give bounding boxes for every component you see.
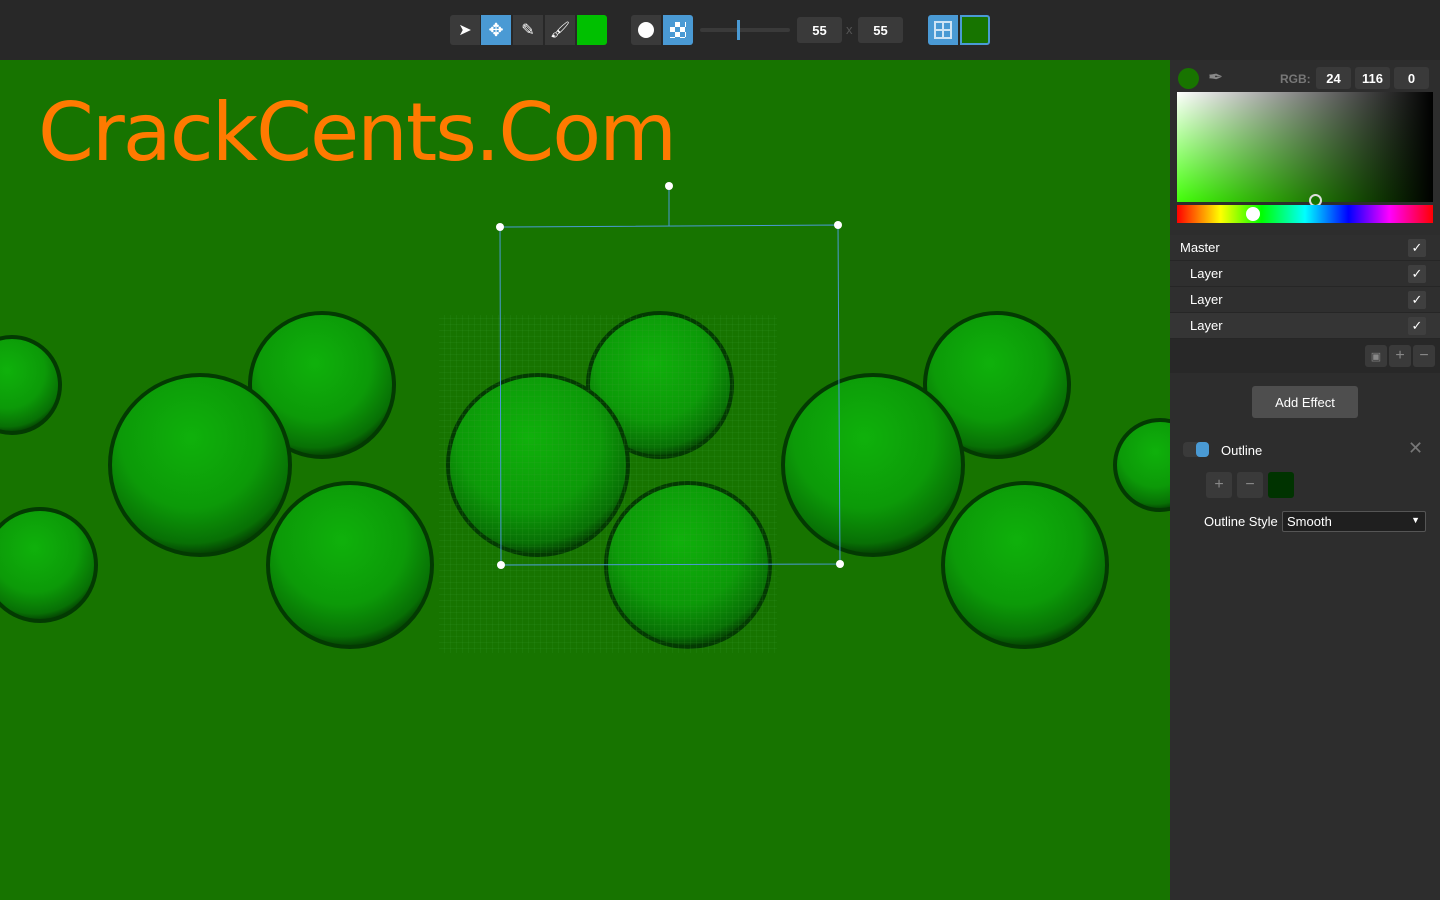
red-input[interactable]: 24 — [1316, 67, 1351, 89]
bush-sprite — [0, 335, 62, 435]
add-layer-button[interactable]: + — [1389, 345, 1411, 367]
layer-item[interactable]: Layer ✓ — [1170, 313, 1440, 339]
current-color-swatch — [1178, 68, 1199, 89]
saturation-value-picker[interactable] — [1177, 92, 1433, 207]
round-brush-button[interactable] — [631, 15, 661, 45]
size-y-input[interactable]: 55 — [858, 17, 903, 43]
bush-sprite — [266, 481, 434, 649]
layer-master[interactable]: Master ✓ — [1170, 235, 1440, 261]
effect-label: Outline — [1221, 443, 1263, 458]
background-color-swatch[interactable] — [960, 15, 990, 45]
right-panel: ✒ RGB: 24 116 0 Master ✓ Layer ✓ Layer ✓ La… — [1170, 60, 1440, 900]
move-icon: ✥ — [488, 19, 504, 40]
circle-icon — [638, 22, 654, 38]
bush-sprite — [0, 507, 98, 623]
dither-brush-button[interactable] — [663, 15, 693, 45]
remove-layer-button[interactable]: − — [1413, 345, 1435, 367]
grid-icon — [934, 21, 952, 39]
add-effect-button[interactable]: Add Effect — [1252, 386, 1358, 418]
toolbar: ➤ ✥ ✎ 🖌 55 x 55 — [0, 0, 1440, 60]
brush-tool-button[interactable]: 🖌 — [545, 15, 575, 45]
outline-style-label: Outline Style — [1204, 514, 1278, 529]
chevron-down-icon: ▼ — [1411, 515, 1420, 525]
primary-color-swatch[interactable] — [577, 15, 607, 45]
eraser-tool-button[interactable]: ✎ — [513, 15, 543, 45]
resize-handle[interactable] — [836, 560, 844, 568]
visibility-checkbox[interactable]: ✓ — [1408, 290, 1426, 309]
canvas[interactable]: CrackCents.Com — [0, 60, 1170, 900]
brush-icon: 🖌 — [549, 22, 571, 39]
hue-handle[interactable] — [1246, 207, 1260, 221]
resize-handle[interactable] — [834, 221, 842, 229]
move-tool-button[interactable]: ✥ — [481, 15, 511, 45]
grid-toggle-button[interactable] — [928, 15, 958, 45]
layer-item[interactable]: Layer ✓ — [1170, 287, 1440, 313]
layers-list: Master ✓ Layer ✓ Layer ✓ Layer ✓ ▣ + − — [1170, 235, 1440, 373]
visibility-checkbox[interactable]: ✓ — [1408, 316, 1426, 335]
checker-icon — [670, 22, 686, 38]
layer-label: Layer — [1190, 266, 1223, 281]
minus-icon: − — [1245, 476, 1255, 493]
layer-label: Layer — [1190, 318, 1223, 333]
slider-handle[interactable] — [737, 20, 740, 40]
outline-color-swatch[interactable] — [1268, 472, 1294, 498]
sprite-layer — [0, 182, 1170, 653]
bush-sprite — [1113, 418, 1170, 512]
hue-slider[interactable] — [1177, 205, 1433, 223]
visibility-checkbox[interactable]: ✓ — [1408, 264, 1426, 283]
layer-label: Master — [1180, 240, 1220, 255]
bush-sprite — [941, 481, 1109, 649]
visibility-checkbox[interactable]: ✓ — [1408, 238, 1426, 257]
outline-style-value: Smooth — [1287, 514, 1332, 529]
green-input[interactable]: 116 — [1355, 67, 1390, 89]
cursor-icon: ➤ — [458, 22, 472, 39]
brush-size-slider[interactable] — [700, 20, 790, 40]
close-icon[interactable]: ✕ — [1408, 438, 1423, 459]
bush-sprite — [108, 373, 292, 557]
layer-label: Layer — [1190, 292, 1223, 307]
duplicate-layer-button[interactable]: ▣ — [1365, 345, 1387, 367]
eyedropper-icon[interactable]: ✒ — [1208, 67, 1223, 88]
resize-handle[interactable] — [496, 223, 504, 231]
bush-sprite — [781, 373, 965, 557]
rotate-handle[interactable] — [665, 182, 673, 190]
eraser-icon: ✎ — [521, 22, 535, 39]
blue-input[interactable]: 0 — [1394, 67, 1429, 89]
size-separator: x — [846, 22, 853, 37]
pixel-grid — [439, 315, 777, 653]
remove-outline-color-button[interactable]: − — [1237, 472, 1263, 498]
outline-style-select[interactable]: Smooth ▼ — [1282, 511, 1426, 532]
outline-toggle[interactable] — [1183, 442, 1209, 457]
add-outline-color-button[interactable]: + — [1206, 472, 1232, 498]
duplicate-icon: ▣ — [1370, 350, 1382, 363]
minus-icon: − — [1419, 347, 1429, 364]
size-x-input[interactable]: 55 — [797, 17, 842, 43]
plus-icon: + — [1214, 476, 1224, 493]
rgb-label: RGB: — [1280, 72, 1311, 86]
resize-handle[interactable] — [497, 561, 505, 569]
layer-item[interactable]: Layer ✓ — [1170, 261, 1440, 287]
plus-icon: + — [1395, 347, 1405, 364]
select-tool-button[interactable]: ➤ — [450, 15, 480, 45]
